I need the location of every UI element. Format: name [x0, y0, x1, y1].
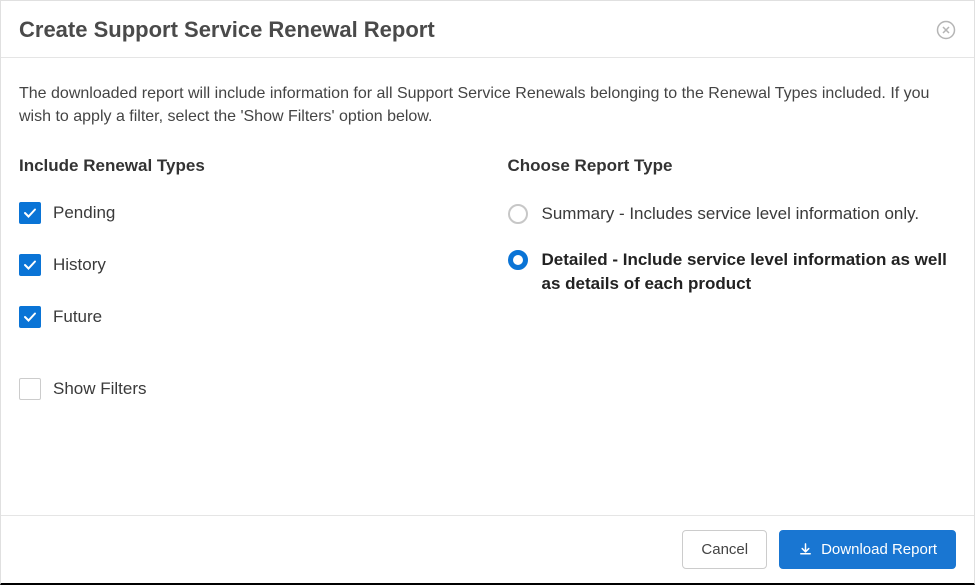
checkbox-show-filters[interactable]: [19, 378, 41, 400]
close-button[interactable]: [936, 20, 956, 40]
radio-label-detailed: Detailed - Include service level informa…: [542, 248, 957, 296]
checkbox-label-history: History: [53, 255, 106, 275]
checkbox-pending[interactable]: [19, 202, 41, 224]
checkbox-label-future: Future: [53, 307, 102, 327]
check-icon: [23, 206, 37, 220]
checkbox-label-show-filters: Show Filters: [53, 379, 147, 399]
checkbox-future[interactable]: [19, 306, 41, 328]
radio-row-summary: Summary - Includes service level informa…: [508, 202, 957, 226]
close-icon: [936, 20, 956, 40]
radio-detailed[interactable]: [508, 250, 528, 270]
report-type-column: Choose Report Type Summary - Includes se…: [508, 156, 957, 400]
checkbox-history[interactable]: [19, 254, 41, 276]
download-report-button[interactable]: Download Report: [779, 530, 956, 569]
renewal-types-column: Include Renewal Types Pending History Fu…: [19, 156, 468, 400]
download-icon: [798, 542, 813, 557]
checkbox-label-pending: Pending: [53, 203, 115, 223]
form-columns: Include Renewal Types Pending History Fu…: [19, 156, 956, 400]
checkbox-row-future: Future: [19, 306, 468, 328]
dialog-title: Create Support Service Renewal Report: [19, 17, 435, 43]
report-type-heading: Choose Report Type: [508, 156, 957, 176]
radio-row-detailed: Detailed - Include service level informa…: [508, 248, 957, 296]
radio-label-summary: Summary - Includes service level informa…: [542, 202, 920, 226]
dialog-footer: Cancel Download Report: [1, 515, 974, 583]
cancel-button[interactable]: Cancel: [682, 530, 767, 569]
check-icon: [23, 310, 37, 324]
radio-summary[interactable]: [508, 204, 528, 224]
download-button-label: Download Report: [821, 541, 937, 558]
dialog-header: Create Support Service Renewal Report: [1, 1, 974, 58]
dialog-body: The downloaded report will include infor…: [1, 58, 974, 400]
renewal-types-heading: Include Renewal Types: [19, 156, 468, 176]
checkbox-row-pending: Pending: [19, 202, 468, 224]
intro-text: The downloaded report will include infor…: [19, 82, 956, 128]
cancel-button-label: Cancel: [701, 541, 748, 558]
check-icon: [23, 258, 37, 272]
checkbox-row-show-filters: Show Filters: [19, 378, 468, 400]
checkbox-row-history: History: [19, 254, 468, 276]
